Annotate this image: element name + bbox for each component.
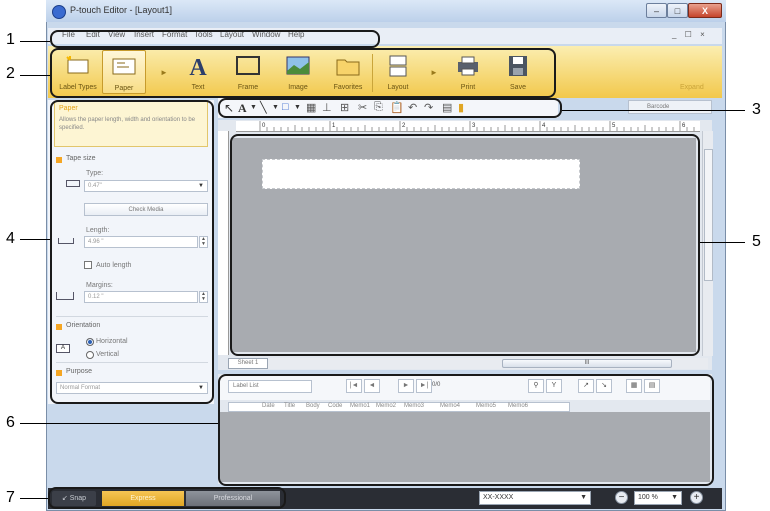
ruler-label: 6	[682, 123, 686, 129]
sheet-tab[interactable]: Sheet 1	[228, 358, 268, 369]
callout-number-6: 6	[6, 414, 15, 431]
ruler-label: 4	[542, 123, 546, 129]
ruler-label: 1	[332, 123, 336, 129]
vertical-scroll-thumb[interactable]	[704, 149, 713, 281]
app-icon	[52, 5, 66, 19]
printer-select[interactable]: XX-XXXX ▼	[479, 491, 591, 505]
printer-value: XX-XXXX	[483, 494, 514, 501]
ruler-label: 2	[402, 123, 406, 129]
callout-leader	[700, 242, 745, 243]
callout-box-4	[50, 100, 214, 404]
callout-leader	[562, 110, 745, 111]
window-title: P-touch Editor - [Layout1]	[70, 5, 173, 15]
zoom-out-icon[interactable]: −	[615, 491, 628, 504]
callout-leader	[20, 498, 48, 499]
callout-box-6	[218, 374, 714, 486]
maximize-button[interactable]: □	[667, 3, 688, 18]
callout-leader	[20, 75, 50, 76]
close-button[interactable]: X	[688, 3, 722, 18]
chevron-down-icon: ▼	[580, 494, 587, 501]
zoom-value: 100 %	[638, 494, 658, 501]
callout-box-7	[48, 487, 286, 509]
mdi-window-controls[interactable]: _ ☐ ×	[672, 30, 708, 39]
callout-number-5: 5	[752, 233, 761, 250]
chevron-down-icon: ▼	[671, 494, 678, 501]
horizontal-scroll-thumb[interactable]: III	[502, 359, 672, 368]
callout-box-5	[230, 134, 700, 356]
callout-number-3: 3	[752, 101, 761, 118]
callout-box-1	[50, 30, 380, 48]
callout-leader	[20, 41, 50, 42]
horizontal-ruler: 0 1 2 3 4 5 6	[236, 121, 700, 132]
callout-leader	[20, 239, 50, 240]
callout-number-4: 4	[6, 230, 15, 247]
ruler-label: 0	[262, 123, 266, 129]
ruler-label: 3	[472, 123, 476, 129]
minimize-button[interactable]: –	[646, 3, 667, 18]
callout-leader	[20, 423, 218, 424]
zoom-in-icon[interactable]: +	[690, 491, 703, 504]
callout-number-1: 1	[6, 31, 15, 48]
zoom-select[interactable]: 100 % ▼	[634, 491, 682, 505]
callout-box-3	[218, 98, 562, 118]
barcode-button[interactable]: Barcode	[628, 100, 712, 114]
callout-box-2	[50, 48, 556, 98]
ruler-label: 5	[612, 123, 616, 129]
vertical-ruler	[218, 131, 229, 355]
callout-number-2: 2	[6, 65, 15, 82]
callout-number-7: 7	[6, 489, 15, 506]
vertical-scrollbar[interactable]	[702, 131, 713, 356]
expand-label[interactable]: Expand	[680, 84, 704, 91]
